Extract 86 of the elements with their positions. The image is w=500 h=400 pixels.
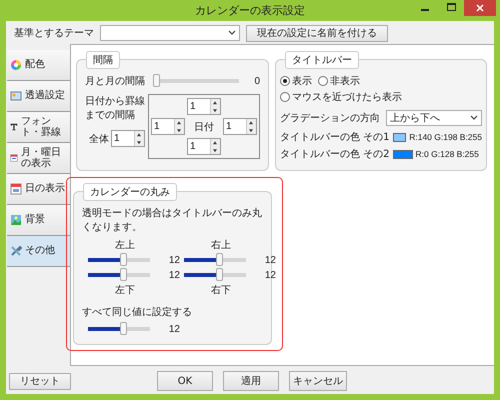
- slider-thumb[interactable]: [120, 322, 128, 335]
- spin-field[interactable]: 1: [187, 138, 221, 155]
- name-setting-button[interactable]: 現在の設定に名前を付ける: [246, 24, 388, 42]
- up-arrow-icon: [247, 119, 255, 126]
- color-label: タイトルバーの色 その2: [280, 148, 390, 161]
- spin-field[interactable]: 1: [223, 118, 257, 135]
- sidebar-tab[interactable]: 配色: [7, 50, 70, 81]
- slider-track[interactable]: [88, 253, 150, 266]
- slider-track[interactable]: [88, 322, 150, 335]
- window-title: カレンダーの表示設定: [195, 3, 305, 18]
- color-label: タイトルバーの色 その1: [280, 131, 390, 144]
- sidebar-tab[interactable]: その他: [7, 236, 70, 267]
- slider-track[interactable]: [184, 268, 246, 281]
- group-title: 間隔: [86, 51, 120, 69]
- corner-label: 右下: [211, 284, 231, 297]
- slider-track[interactable]: [152, 74, 238, 87]
- close-button[interactable]: [464, 0, 496, 16]
- up-arrow-icon: [211, 99, 219, 106]
- gradient-label: グラデーションの方向: [280, 112, 380, 125]
- radio-button[interactable]: [318, 76, 328, 86]
- chevron-down-icon: [470, 115, 478, 121]
- maximize-icon: [446, 3, 456, 11]
- same-value-label: すべて同じ値に設定する: [82, 306, 193, 319]
- note-text: 透明モードの場合はタイトルバーのみ丸くなります。: [82, 206, 263, 234]
- spin-field[interactable]: 1: [187, 98, 221, 115]
- group-title: カレンダーの丸み: [83, 183, 177, 201]
- slider-thumb[interactable]: [120, 253, 128, 266]
- sidebar-icon: [10, 90, 22, 102]
- sidebar-icon: [10, 152, 18, 164]
- slider-track[interactable]: [184, 253, 246, 266]
- slider-value: 12: [264, 270, 276, 280]
- up-arrow-icon: [135, 131, 143, 138]
- slider-thumb[interactable]: [216, 253, 224, 266]
- sidebar-icon: [10, 245, 22, 257]
- corner-label: 左上: [115, 238, 135, 252]
- slider-thumb[interactable]: [152, 74, 160, 87]
- slider-value: 12: [264, 254, 276, 266]
- corner-label: 左下: [115, 284, 135, 297]
- sidebar-icon: [10, 59, 22, 71]
- theme-label: 基準とするテーマ: [14, 26, 94, 40]
- radio-option[interactable]: マウスを近づけたら表示: [280, 90, 402, 104]
- color-value: R:140 G:198 B:255: [409, 132, 482, 142]
- up-arrow-icon: [211, 139, 219, 146]
- radio-button[interactable]: [280, 76, 290, 86]
- color-swatch[interactable]: [392, 132, 406, 142]
- sidebar-icon: [10, 121, 18, 133]
- slider-value: 12: [168, 270, 180, 280]
- slider-thumb[interactable]: [216, 268, 224, 281]
- sidebar-tab[interactable]: 月・曜日の表示: [7, 143, 70, 174]
- sidebar-tab[interactable]: 日の表示: [7, 174, 70, 205]
- down-arrow-icon: [135, 138, 143, 146]
- color-swatch[interactable]: [392, 150, 413, 158]
- dialog-button[interactable]: 適用: [223, 371, 279, 391]
- spin-field[interactable]: 1: [151, 118, 185, 135]
- slider-track[interactable]: [88, 268, 150, 281]
- down-arrow-icon: [211, 146, 219, 154]
- date-label: 日付: [194, 120, 214, 134]
- month-gap-label: 月と月の間隔: [85, 75, 145, 88]
- color-value: R:0 G:128 B:255: [416, 149, 479, 159]
- corner-label: 右上: [211, 238, 231, 252]
- spin-field[interactable]: 1: [111, 130, 145, 147]
- group-title: タイトルバー: [285, 51, 359, 69]
- date-gap-label: 日付から罫線までの間隔: [85, 95, 145, 122]
- sidebar-tab[interactable]: フォント・罫線: [7, 112, 70, 143]
- radio-option[interactable]: 非表示: [318, 74, 360, 88]
- chevron-down-icon: [228, 30, 236, 36]
- slider-value: 0: [253, 76, 260, 86]
- down-arrow-icon: [175, 126, 183, 134]
- radio-button[interactable]: [280, 92, 290, 102]
- down-arrow-icon: [247, 126, 255, 134]
- sidebar-tab[interactable]: 背景: [7, 205, 70, 236]
- close-icon: [476, 4, 484, 12]
- gradient-dropdown[interactable]: 上から下へ: [386, 110, 482, 126]
- dialog-button[interactable]: キャンセル: [289, 371, 347, 391]
- reset-button[interactable]: リセット: [9, 372, 71, 390]
- slider-value: 12: [168, 254, 180, 266]
- up-arrow-icon: [175, 119, 183, 126]
- sidebar-icon: [10, 183, 22, 195]
- slider-value: 12: [168, 324, 180, 334]
- sidebar-tab[interactable]: 透過設定: [7, 81, 70, 112]
- down-arrow-icon: [211, 106, 219, 114]
- radio-option[interactable]: 表示: [280, 74, 312, 88]
- sidebar-icon: [10, 214, 22, 226]
- slider-thumb[interactable]: [120, 268, 128, 281]
- dialog-button[interactable]: OK: [157, 371, 213, 391]
- all-label: 全体: [89, 132, 109, 146]
